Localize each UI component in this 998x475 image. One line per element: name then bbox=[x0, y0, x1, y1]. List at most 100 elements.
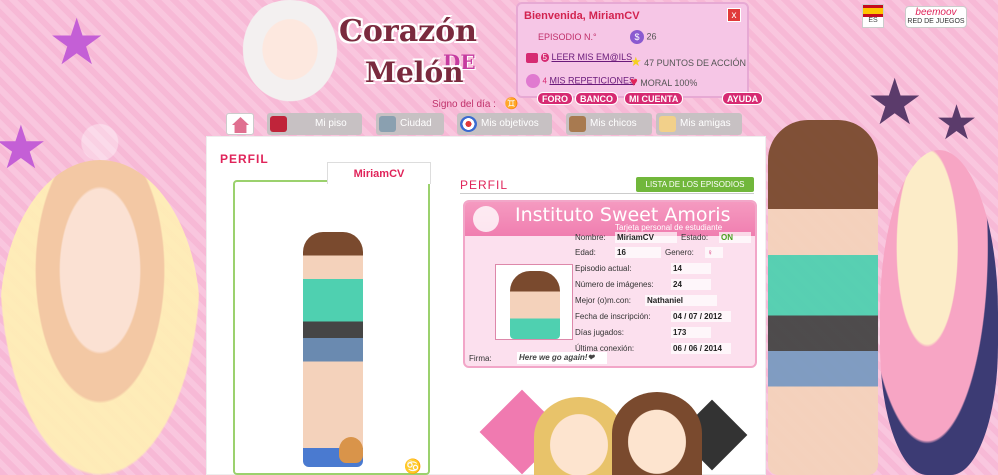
name-value: MiriamCV bbox=[615, 232, 677, 243]
nav-label: Mis amigas bbox=[680, 118, 731, 129]
morale-value: MORAL 100% bbox=[640, 78, 698, 88]
user-panel: Bienvenida, MiriamCV x EPISODIO N.° $ 26… bbox=[516, 2, 749, 98]
star-decoration-icon: ★ bbox=[0, 114, 48, 181]
mails-label[interactable]: LEER MIS EM@ILS bbox=[551, 52, 632, 62]
character-art-right bbox=[768, 120, 878, 475]
nav-label: Mis chicos bbox=[590, 118, 637, 129]
nav-my-friends[interactable]: Mis amigas bbox=[656, 113, 742, 135]
welcome-text: Bienvenida, MiriamCV bbox=[524, 10, 640, 22]
signup-date-value: 04 / 07 / 2012 bbox=[671, 311, 731, 322]
help-button[interactable]: AYUDA bbox=[722, 92, 764, 105]
money-value: 26 bbox=[646, 31, 657, 42]
language-selector[interactable]: ES bbox=[862, 4, 884, 28]
sofa-icon bbox=[270, 116, 287, 132]
nav-label: Mis objetivos bbox=[481, 118, 539, 129]
nav-my-boys[interactable]: Mis chicos bbox=[566, 113, 652, 135]
action-points-value: 47 PUNTOS DE ACCIÓN bbox=[644, 58, 747, 68]
money-indicator: $ 26 bbox=[630, 30, 657, 44]
nav-my-objectives[interactable]: Mis objetivos bbox=[457, 113, 552, 135]
gemini-icon: ♊ bbox=[504, 98, 519, 110]
heart-icon: ♥ bbox=[630, 74, 638, 89]
images-label: Número de imágenes: bbox=[575, 280, 654, 289]
images-value: 24 bbox=[671, 279, 711, 290]
star-decoration-icon: ★ bbox=[866, 66, 924, 138]
episode-label: EPISODIO N.° bbox=[538, 32, 597, 42]
character-art-left bbox=[0, 160, 200, 475]
gender-label: Genero: bbox=[665, 248, 694, 257]
beemoov-network-link[interactable]: beemoov RED DE JUEGOS bbox=[905, 6, 967, 28]
game-logo[interactable]: Corazón DE Melón bbox=[335, 10, 485, 100]
blond-character-head bbox=[534, 397, 624, 475]
section-divider bbox=[460, 193, 754, 194]
target-icon bbox=[460, 116, 477, 132]
state-label: Estado: bbox=[681, 233, 709, 242]
star-decoration-icon: ★ bbox=[48, 6, 106, 78]
character-art-top bbox=[235, 0, 345, 110]
forum-button[interactable]: FORO bbox=[537, 92, 573, 105]
nav-my-apartment[interactable]: Mi piso bbox=[267, 113, 362, 135]
beemoov-logo: beemoov bbox=[915, 7, 957, 18]
cat-pet-icon bbox=[339, 437, 363, 463]
signature-value: Here we go again!❤ bbox=[517, 352, 607, 364]
avatar-username-tab: MiriamCV bbox=[327, 162, 431, 184]
episode-list-button[interactable]: LISTA DE LOS EPISODIOS bbox=[636, 177, 754, 192]
characters-artwork bbox=[462, 389, 752, 475]
episode-indicator: EPISODIO N.° bbox=[538, 32, 597, 42]
cupcake-icon bbox=[473, 206, 499, 232]
star-icon: ★ bbox=[630, 54, 642, 69]
city-icon bbox=[379, 116, 396, 132]
best-friend-label: Mejor (o)m.con: bbox=[575, 296, 632, 305]
nav-label: Mi piso bbox=[315, 118, 347, 129]
signup-date-label: Fecha de inscripción: bbox=[575, 312, 651, 321]
signature-label: Firma: bbox=[469, 354, 492, 363]
repetitions-label[interactable]: MIS REPETICIONES bbox=[549, 75, 635, 85]
brown-character-head bbox=[612, 392, 702, 475]
student-photo bbox=[495, 264, 573, 340]
age-value: 16 bbox=[615, 247, 661, 258]
last-connection-value: 06 / 06 / 2014 bbox=[671, 343, 731, 354]
days-played-value: 173 bbox=[671, 327, 711, 338]
close-icon[interactable]: x bbox=[727, 8, 741, 22]
home-icon bbox=[232, 117, 249, 133]
network-label: RED DE JUEGOS bbox=[907, 18, 965, 25]
nav-home[interactable] bbox=[226, 113, 254, 135]
character-art-far-right bbox=[880, 150, 998, 475]
repetitions-link[interactable]: 4 MIS REPETICIONES bbox=[526, 74, 635, 88]
age-label: Edad: bbox=[575, 248, 596, 257]
state-value: ON bbox=[719, 232, 751, 243]
name-label: Nombre: bbox=[575, 233, 606, 242]
profile-section-title: PERFIL bbox=[460, 178, 509, 192]
my-account-button[interactable]: MI CUENTA bbox=[624, 92, 684, 105]
mail-count-badge: 5 bbox=[540, 53, 549, 62]
spain-flag-icon bbox=[863, 5, 883, 17]
episode-label: Episodio actual: bbox=[575, 264, 632, 273]
mail-icon bbox=[526, 52, 538, 63]
card-subtitle: Tarjeta personal de estudiante bbox=[615, 223, 723, 232]
morale-indicator: ♥ MORAL 100% bbox=[630, 74, 697, 89]
action-points-indicator: ★ 47 PUNTOS DE ACCIÓN bbox=[630, 54, 746, 70]
nav-city[interactable]: Ciudad bbox=[376, 113, 444, 135]
repetition-icon bbox=[526, 74, 540, 88]
sign-label: Signo del día : bbox=[432, 99, 496, 110]
best-friend-value: Nathaniel bbox=[645, 295, 717, 306]
female-icon: ♀ bbox=[705, 247, 723, 258]
language-code: ES bbox=[868, 17, 878, 24]
mails-link[interactable]: 5 LEER MIS EM@ILS bbox=[526, 52, 632, 63]
dollar-icon: $ bbox=[630, 30, 644, 44]
repetitions-count: 4 bbox=[542, 76, 547, 86]
bank-button[interactable]: BANCO bbox=[575, 92, 618, 105]
star-decoration-icon: ★ bbox=[935, 97, 979, 150]
days-played-label: Días jugados: bbox=[575, 328, 624, 337]
episode-value: 14 bbox=[671, 263, 711, 274]
logo-text-line2: Melón bbox=[365, 56, 464, 89]
girl-avatar-icon bbox=[659, 116, 676, 132]
cancer-zodiac-icon: ♋ bbox=[404, 458, 422, 474]
logo-text-line1: Corazón bbox=[339, 14, 477, 49]
sign-of-the-day: Signo del día : ♊ bbox=[432, 97, 518, 110]
portrait bbox=[510, 271, 560, 339]
page-title: PERFIL bbox=[220, 152, 269, 166]
avatar-box bbox=[233, 180, 430, 475]
avatar bbox=[303, 232, 363, 467]
main-navigation: Mi piso Ciudad Mis objetivos Mis chicos … bbox=[226, 113, 758, 135]
boy-avatar-icon bbox=[569, 116, 586, 132]
